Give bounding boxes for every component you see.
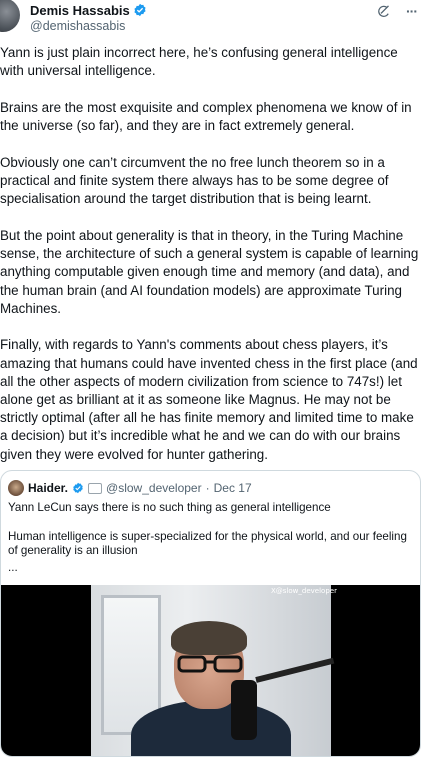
glasses-icon <box>177 655 243 673</box>
grok-icon[interactable] <box>376 4 391 19</box>
quoted-separator: · <box>205 481 210 495</box>
author-avatar[interactable] <box>0 0 20 32</box>
quoted-header: Haider. @slow_developer · Dec 17 <box>8 480 252 496</box>
author-name-row: Demis Hassabis <box>30 2 147 18</box>
post-paragraph: But the point about generality is that i… <box>0 227 419 316</box>
verified-badge-icon <box>73 482 83 494</box>
post-text: Yann is just plain incorrect here, he’s … <box>0 44 421 464</box>
video-person-hair <box>171 621 247 655</box>
post-paragraph: Obviously one can’t circumvent the no fr… <box>0 154 389 207</box>
more-icon[interactable]: ··· <box>406 4 418 18</box>
quoted-paragraph: Yann LeCun says there is no such thing a… <box>8 501 331 514</box>
quoted-author-name: Haider. <box>28 481 69 495</box>
post-paragraph: Yann is just plain incorrect here, he’s … <box>0 45 398 79</box>
video-watermark: X@slow_developer <box>271 587 337 595</box>
affiliate-badge-icon <box>88 482 103 494</box>
quoted-paragraph: Human intelligence is super-specialized … <box>8 529 407 558</box>
verified-badge-icon <box>134 3 146 17</box>
quoted-post[interactable]: Haider. @slow_developer · Dec 17 Yann Le… <box>0 470 421 757</box>
quoted-avatar <box>8 480 24 496</box>
quoted-ellipsis: ... <box>8 560 18 574</box>
author-handle[interactable]: @demishassabis <box>30 19 125 33</box>
post-header: Demis Hassabis @demishassabis ··· <box>0 0 421 40</box>
microphone-icon <box>231 680 257 740</box>
author-name[interactable]: Demis Hassabis <box>30 3 130 18</box>
quoted-date: Dec 17 <box>213 481 252 495</box>
quoted-text: Yann LeCun says there is no such thing a… <box>8 501 413 575</box>
quoted-video[interactable]: X@slow_developer <box>1 585 420 756</box>
post-paragraph: Finally, with regards to Yann's comments… <box>0 337 418 462</box>
quoted-author-handle: @slow_developer <box>106 481 202 495</box>
post-paragraph: Brains are the most exquisite and comple… <box>0 99 412 134</box>
